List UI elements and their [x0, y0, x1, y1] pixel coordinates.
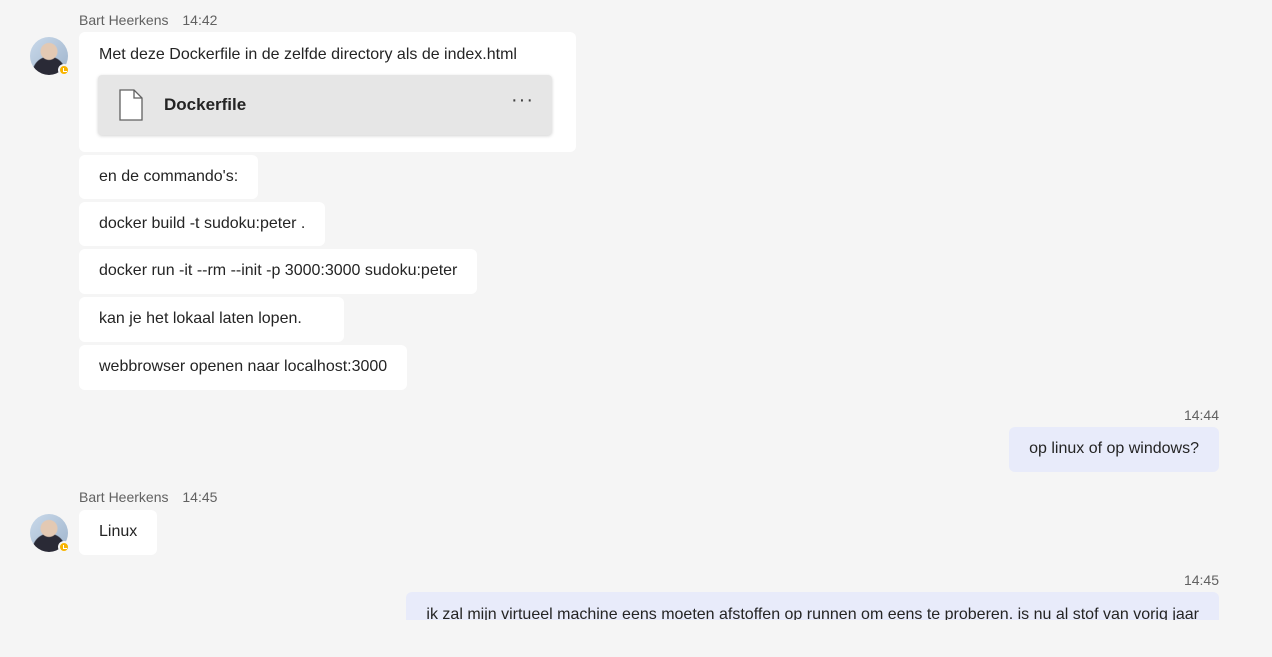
status-away-icon [58, 64, 70, 76]
chat-thread: Bart Heerkens 14:42 Met deze Dockerfile … [0, 0, 1272, 620]
message-text: Linux [99, 523, 138, 540]
message-text: ik zal mijn virtueel machine eens moeten… [426, 606, 1199, 620]
status-away-icon [58, 541, 70, 553]
message-text: docker run -it --rm --init -p 3000:3000 … [99, 262, 458, 279]
message-bubble[interactable]: docker run -it --rm --init -p 3000:3000 … [79, 249, 478, 294]
own-message-bubble[interactable]: ik zal mijn virtueel machine eens moeten… [406, 592, 1219, 620]
message-text: webbrowser openen naar localhost:3000 [99, 358, 388, 375]
sender-name[interactable]: Bart Heerkens [79, 12, 168, 28]
message-bubble[interactable]: Linux [79, 510, 158, 555]
file-attachment[interactable]: Dockerfile ··· [98, 75, 552, 135]
message-time: 14:44 [1183, 407, 1219, 423]
more-options-icon[interactable]: ··· [511, 89, 534, 112]
message-text: kan je het lokaal laten lopen. [99, 310, 302, 327]
message-bubble[interactable]: webbrowser openen naar localhost:3000 [79, 345, 408, 390]
message-text: Met deze Dockerfile in de zelfde directo… [99, 46, 517, 63]
message-bubble[interactable]: en de commando's: [79, 155, 259, 199]
message-text: en de commando's: [99, 168, 239, 185]
message-bubble[interactable]: kan je het lokaal laten lopen. [79, 297, 344, 342]
message-header: Bart Heerkens 14:45 [79, 489, 217, 505]
message-time: 14:45 [1183, 572, 1219, 588]
avatar[interactable] [30, 37, 70, 76]
file-icon [119, 89, 143, 121]
sender-name[interactable]: Bart Heerkens [79, 489, 168, 505]
message-bubble[interactable]: docker build -t sudoku:peter . [79, 202, 326, 246]
message-header: Bart Heerkens 14:42 [79, 12, 217, 28]
file-name[interactable]: Dockerfile [164, 95, 246, 115]
message-time: 14:45 [182, 489, 218, 505]
avatar[interactable] [30, 514, 70, 553]
message-text: op linux of op windows? [1029, 440, 1199, 457]
message-text: docker build -t sudoku:peter . [99, 215, 306, 232]
message-time: 14:42 [182, 12, 218, 28]
own-message-bubble[interactable]: op linux of op windows? [1009, 427, 1219, 472]
